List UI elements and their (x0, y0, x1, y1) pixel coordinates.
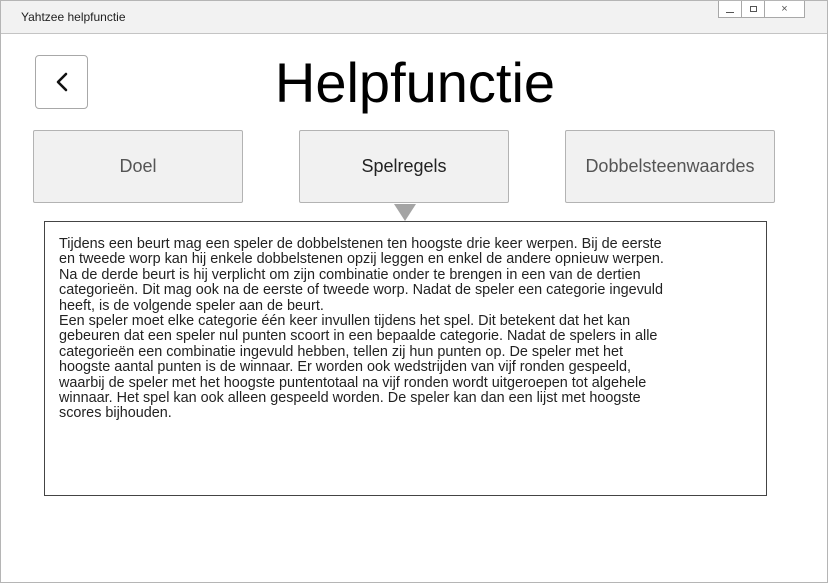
rules-paragraph-1: Tijdens een beurt mag een speler de dobb… (59, 236, 664, 314)
window-title: Yahtzee helpfunctie (21, 10, 126, 24)
title-bar: Yahtzee helpfunctie × (1, 1, 827, 34)
page-title: Helpfunctie (274, 51, 556, 114)
maximize-button[interactable] (742, 1, 765, 17)
tab-label: Doel (119, 156, 157, 176)
minimize-icon (726, 11, 734, 13)
tab-label: Dobbelsteenwaardes (585, 156, 755, 176)
tab-dobbelsteenwaardes[interactable]: Dobbelsteenwaardes (565, 130, 775, 203)
maximize-icon (749, 6, 757, 12)
close-button[interactable]: × (765, 1, 804, 17)
rules-paragraph-2: Een speler moet elke categorie één keer … (59, 313, 658, 422)
close-icon: × (781, 2, 788, 15)
app-window: Yahtzee helpfunctie × Helpfunctie Doel S… (0, 0, 828, 583)
tab-label: Spelregels (361, 156, 447, 176)
tab-spelregels[interactable]: Spelregels (299, 130, 509, 203)
tab-doel[interactable]: Doel (33, 130, 243, 203)
help-content-panel: Tijdens een beurt mag een speler de dobb… (44, 221, 767, 496)
window-controls: × (718, 1, 805, 18)
minimize-button[interactable] (719, 1, 742, 17)
active-tab-pointer (394, 204, 416, 221)
